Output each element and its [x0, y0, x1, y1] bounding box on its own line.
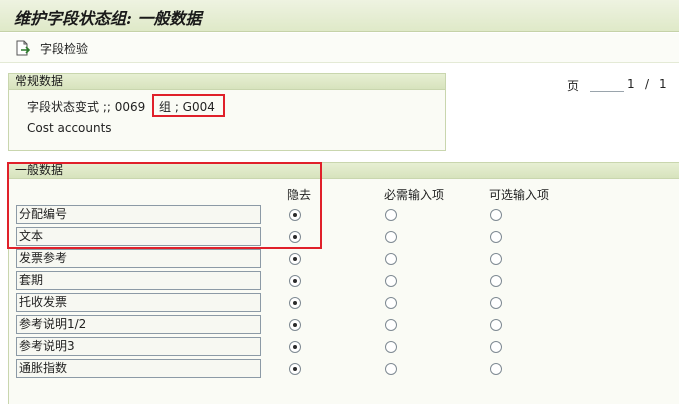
- field-label-box: 套期: [16, 271, 261, 290]
- radio-required[interactable]: [385, 275, 397, 287]
- radio-required[interactable]: [385, 363, 397, 375]
- field-status-variant: 字段状态变式 ;; 0069: [27, 100, 146, 114]
- radio-hide[interactable]: [289, 275, 301, 287]
- radio-required[interactable]: [385, 231, 397, 243]
- page-label: 页: [567, 79, 580, 93]
- radio-optional[interactable]: [490, 209, 502, 221]
- radio-hide[interactable]: [289, 363, 301, 375]
- page-total: 1: [659, 77, 667, 91]
- radio-optional[interactable]: [490, 297, 502, 309]
- field-label-box: 参考说明1/2: [16, 315, 261, 334]
- radio-required[interactable]: [385, 341, 397, 353]
- document-check-icon: [16, 40, 30, 56]
- page-input[interactable]: [590, 91, 624, 92]
- page-current: 1: [627, 77, 635, 91]
- radio-hide[interactable]: [289, 341, 301, 353]
- field-check-button[interactable]: 字段检验: [16, 38, 88, 58]
- radio-optional[interactable]: [490, 341, 502, 353]
- field-label-box: 托收发票: [16, 293, 261, 312]
- column-optional: 可选输入项: [489, 188, 550, 202]
- radio-hide[interactable]: [289, 297, 301, 309]
- field-label-box: 通胀指数: [16, 359, 261, 378]
- group-description: Cost accounts: [27, 121, 112, 135]
- radio-optional[interactable]: [490, 275, 502, 287]
- application-toolbar: 字段检验: [0, 33, 679, 63]
- radio-optional[interactable]: [490, 363, 502, 375]
- page-separator: /: [645, 77, 650, 91]
- general-data-header: 常规数据: [9, 74, 445, 90]
- field-label-box: 发票参考: [16, 249, 261, 268]
- radio-hide[interactable]: [289, 253, 301, 265]
- radio-optional[interactable]: [490, 253, 502, 265]
- radio-required[interactable]: [385, 297, 397, 309]
- field-check-label: 字段检验: [40, 41, 89, 56]
- radio-hide[interactable]: [289, 319, 301, 331]
- column-required: 必需输入项: [384, 188, 445, 202]
- title-bar: 维护字段状态组: 一般数据: [0, 0, 679, 32]
- radio-required[interactable]: [385, 253, 397, 265]
- radio-optional[interactable]: [490, 319, 502, 331]
- radio-optional[interactable]: [490, 231, 502, 243]
- radio-required[interactable]: [385, 209, 397, 221]
- window-title: 维护字段状态组: 一般数据: [14, 9, 202, 28]
- field-label-box: 参考说明3: [16, 337, 261, 356]
- highlight-group-box: [152, 94, 225, 117]
- radio-required[interactable]: [385, 319, 397, 331]
- highlight-section-box: [7, 162, 322, 249]
